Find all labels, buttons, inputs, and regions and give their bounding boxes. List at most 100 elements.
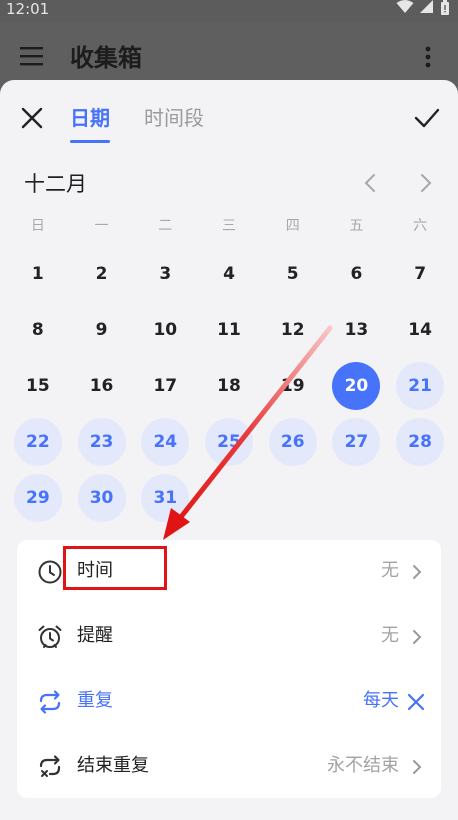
status-time: 12:01 <box>6 0 50 18</box>
tab-time-range[interactable]: 时间段 <box>144 104 204 132</box>
calendar-day[interactable]: 5 <box>261 246 325 302</box>
day-number: 9 <box>95 320 108 340</box>
weekday-sun: 日 <box>30 218 45 234</box>
calendar-day-repeat[interactable]: 23 <box>70 414 134 470</box>
calendar-day[interactable]: 16 <box>70 358 134 414</box>
day-number: 28 <box>396 418 445 466</box>
weekday-mon: 一 <box>94 218 109 234</box>
calendar-day[interactable]: 6 <box>325 246 389 302</box>
chevron-right-icon <box>413 630 422 644</box>
calendar-day[interactable]: 15 <box>6 358 70 414</box>
day-number: 21 <box>396 362 445 410</box>
tab-date[interactable]: 日期 <box>70 104 110 143</box>
day-number: 30 <box>77 474 126 522</box>
app-title: 收集箱 <box>70 44 142 72</box>
calendar-day[interactable]: 1 <box>6 246 70 302</box>
tab-date-label: 日期 <box>70 106 110 130</box>
day-number: 27 <box>332 418 381 466</box>
calendar-day-repeat[interactable]: 30 <box>70 470 134 526</box>
reminder-row[interactable]: 提醒 无 <box>17 605 441 669</box>
calendar-day[interactable]: 19 <box>261 358 325 414</box>
app-bar: 收集箱 <box>0 22 458 80</box>
day-number: 11 <box>217 320 241 340</box>
calendar-day[interactable]: 17 <box>133 358 197 414</box>
time-value: 无 <box>381 560 399 581</box>
calendar-day[interactable]: 9 <box>70 302 134 358</box>
calendar-day-repeat[interactable]: 29 <box>6 470 70 526</box>
calendar-grid: 1 2 3 4 5 6 7 8 9 10 11 12 13 14 15 16 1… <box>6 246 452 526</box>
end-repeat-label: 结束重复 <box>77 755 149 776</box>
calendar-day[interactable]: 12 <box>261 302 325 358</box>
chevron-left-icon[interactable] <box>360 172 380 194</box>
month-title: 十二月 <box>24 172 87 196</box>
end-repeat-icon <box>39 755 61 777</box>
day-number: 24 <box>141 418 190 466</box>
repeat-label: 重复 <box>77 690 113 711</box>
day-number: 2 <box>95 264 108 284</box>
calendar-day-selected[interactable]: 20 <box>325 358 389 414</box>
wifi-icon <box>396 0 414 13</box>
day-number: 6 <box>350 264 363 284</box>
calendar-day[interactable]: 7 <box>388 246 452 302</box>
weekday-fri: 五 <box>349 218 364 234</box>
status-bar: 12:01 <box>0 0 458 22</box>
day-number: 15 <box>26 376 50 396</box>
day-number: 1 <box>31 264 44 284</box>
clear-repeat-icon[interactable] <box>407 693 425 711</box>
day-number: 12 <box>280 320 305 340</box>
chevron-right-icon[interactable] <box>416 172 436 194</box>
calendar-day-repeat[interactable]: 24 <box>133 414 197 470</box>
day-number: 25 <box>204 418 253 466</box>
signal-icon <box>420 0 433 13</box>
more-options-icon[interactable] <box>424 46 432 68</box>
day-number: 29 <box>13 474 62 522</box>
tab-active-indicator <box>70 140 110 143</box>
weekday-thu: 四 <box>285 218 300 234</box>
calendar-day[interactable]: 3 <box>133 246 197 302</box>
day-number: 19 <box>280 376 305 396</box>
calendar-day-repeat[interactable]: 21 <box>388 358 452 414</box>
calendar-day-repeat[interactable]: 25 <box>197 414 261 470</box>
day-number: 16 <box>89 376 114 396</box>
alarm-clock-icon <box>38 625 62 648</box>
reminder-value: 无 <box>381 625 399 646</box>
end-repeat-row[interactable]: 结束重复 永不结束 <box>17 735 441 799</box>
day-number: 13 <box>344 320 369 340</box>
weekday-header: 日 一 二 三 四 五 六 <box>6 216 452 236</box>
calendar-day-repeat[interactable]: 26 <box>261 414 325 470</box>
chevron-right-icon <box>413 760 422 774</box>
chevron-right-icon <box>413 565 422 579</box>
day-number: 22 <box>13 418 62 466</box>
calendar-day-repeat[interactable]: 22 <box>6 414 70 470</box>
end-repeat-value: 永不结束 <box>327 755 399 776</box>
calendar-day-repeat[interactable]: 31 <box>133 470 197 526</box>
day-number: 17 <box>153 376 178 396</box>
calendar-day[interactable]: 11 <box>197 302 261 358</box>
status-icons <box>396 0 450 18</box>
calendar-day[interactable]: 2 <box>70 246 134 302</box>
annotation-highlight-box <box>63 546 167 590</box>
calendar-day[interactable]: 18 <box>197 358 261 414</box>
day-number: 5 <box>286 264 299 284</box>
weekday-wed: 三 <box>221 218 236 234</box>
calendar-day[interactable]: 4 <box>197 246 261 302</box>
day-number: 23 <box>77 418 126 466</box>
day-number: 31 <box>141 474 190 522</box>
day-number: 26 <box>268 418 317 466</box>
check-icon[interactable] <box>414 106 440 130</box>
calendar-day[interactable]: 13 <box>325 302 389 358</box>
calendar-day[interactable]: 8 <box>6 302 70 358</box>
day-number: 3 <box>159 264 172 284</box>
calendar-day[interactable]: 10 <box>133 302 197 358</box>
hamburger-menu-icon[interactable] <box>20 46 44 66</box>
repeat-row[interactable]: 重复 每天 <box>17 670 441 734</box>
calendar-day-repeat[interactable]: 27 <box>325 414 389 470</box>
day-number: 4 <box>223 264 235 284</box>
calendar-day-repeat[interactable]: 28 <box>388 414 452 470</box>
date-picker-sheet: 日期 时间段 十二月 日 一 二 三 四 五 六 1 2 3 4 5 6 7 8… <box>0 80 458 820</box>
repeat-value: 每天 <box>363 690 399 711</box>
weekday-tue: 二 <box>158 218 173 234</box>
day-number: 8 <box>31 320 44 340</box>
close-icon[interactable] <box>20 106 44 130</box>
calendar-day[interactable]: 14 <box>388 302 452 358</box>
